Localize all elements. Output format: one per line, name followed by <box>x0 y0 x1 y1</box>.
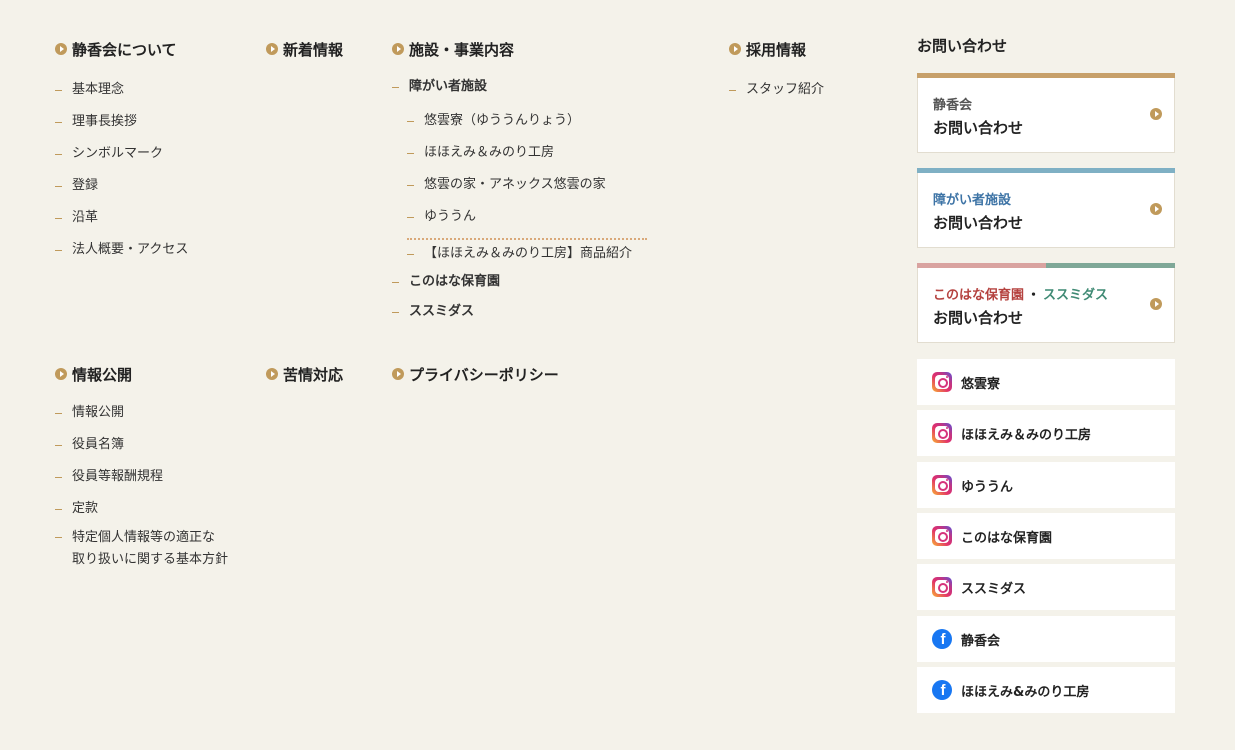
complaint-title-link[interactable]: 苦情対応 <box>266 363 343 385</box>
facebook-icon: f <box>932 680 952 700</box>
disability-link-yuunryo[interactable]: 悠雲寮（ゆううんりょう） <box>407 111 632 131</box>
contact-card-org: 静香会 <box>933 98 973 113</box>
contact-card-label: お問い合わせ <box>933 214 1024 232</box>
social-link-facebook-shizukakai[interactable]: f 静香会 <box>917 616 1175 662</box>
facilities-links: 障がい者施設 <box>392 77 632 97</box>
about-title-link[interactable]: 静香会について <box>55 38 188 60</box>
disclosure-link-articles[interactable]: 定款 <box>55 499 228 519</box>
recruit-section: 採用情報 スタッフ紹介 <box>729 38 824 100</box>
social-label: ゆううん <box>961 479 1014 495</box>
circle-arrow-icon <box>729 43 741 55</box>
social-label: ススミダス <box>961 581 1027 597</box>
facilities-links-2: このはな保育園 ススミダス <box>392 272 632 322</box>
news-title-link[interactable]: 新着情報 <box>266 38 343 60</box>
social-link-instagram-yuunryo[interactable]: 悠雲寮 <box>917 359 1175 405</box>
news-title: 新着情報 <box>283 40 344 59</box>
privacy-title-link[interactable]: プライバシーポリシー <box>392 363 559 385</box>
instagram-icon <box>932 577 952 597</box>
recruit-title-link[interactable]: 採用情報 <box>729 38 824 60</box>
contact-card-shizukakai[interactable]: 静香会 お問い合わせ <box>917 73 1175 153</box>
instagram-icon <box>932 526 952 546</box>
social-link-instagram-nursery[interactable]: このはな保育園 <box>917 513 1175 559</box>
social-link-facebook-hohoemi[interactable]: f ほほえみ&みのり工房 <box>917 667 1175 713</box>
instagram-icon <box>932 372 952 392</box>
contact-card-org: 障がい者施設 <box>933 193 1012 208</box>
contact-title: お問い合わせ <box>917 37 1008 55</box>
dotted-divider <box>407 238 647 240</box>
about-link-registration[interactable]: 登録 <box>55 176 188 196</box>
susumidasu-label: ススミダス <box>1043 288 1109 303</box>
news-section: 新着情報 <box>266 38 343 60</box>
social-label: このはな保育園 <box>961 530 1053 546</box>
contact-card-nursery-susumidasu[interactable]: このはな保育園・ススミダス お問い合わせ <box>917 263 1175 343</box>
contact-card-org: このはな保育園・ススミダス <box>933 284 1108 303</box>
disclosure-title-link[interactable]: 情報公開 <box>55 363 228 385</box>
circle-arrow-icon <box>55 43 67 55</box>
circle-arrow-icon <box>1150 298 1162 310</box>
circle-arrow-icon <box>1150 203 1162 215</box>
facilities-section: 施設・事業内容 障がい者施設 悠雲寮（ゆううんりょう） ほほえみ＆みのり工房 悠… <box>392 38 632 322</box>
disclosure-link-officers[interactable]: 役員名簿 <box>55 435 228 455</box>
contact-card-label: お問い合わせ <box>933 309 1024 327</box>
about-link-overview[interactable]: 法人概要・アクセス <box>55 240 188 260</box>
instagram-icon <box>932 475 952 495</box>
disclosure-link-compensation[interactable]: 役員等報酬規程 <box>55 467 228 487</box>
about-links: 基本理念 理事長挨拶 シンボルマーク 登録 沿革 法人概要・アクセス <box>55 80 188 260</box>
facilities-title: 施設・事業内容 <box>409 40 515 59</box>
card-top-bar <box>917 263 1175 268</box>
policy-line-1: 特定個人情報等の適正な <box>72 530 216 545</box>
complaint-section: 苦情対応 <box>266 363 343 385</box>
circle-arrow-icon <box>55 368 67 380</box>
contact-card-disability[interactable]: 障がい者施設 お問い合わせ <box>917 168 1175 248</box>
privacy-title: プライバシーポリシー <box>409 365 559 384</box>
social-label: ほほえみ＆みのり工房 <box>961 427 1092 443</box>
social-label: 静香会 <box>961 633 1001 649</box>
social-link-instagram-susumidasu[interactable]: ススミダス <box>917 564 1175 610</box>
recruit-link-staff[interactable]: スタッフ紹介 <box>729 80 824 100</box>
social-label: 悠雲寮 <box>961 376 1001 392</box>
about-link-greeting[interactable]: 理事長挨拶 <box>55 112 188 132</box>
disability-link-yuun[interactable]: ゆううん <box>407 207 632 227</box>
about-title: 静香会について <box>72 40 177 59</box>
about-link-philosophy[interactable]: 基本理念 <box>55 80 188 100</box>
disability-link-products[interactable]: 【ほほえみ＆みのり工房】商品紹介 <box>407 244 632 264</box>
circle-arrow-icon <box>266 368 278 380</box>
circle-arrow-icon <box>392 43 404 55</box>
recruit-links: スタッフ紹介 <box>729 80 824 100</box>
circle-arrow-icon <box>266 43 278 55</box>
circle-arrow-icon <box>392 368 404 380</box>
social-link-instagram-yuun[interactable]: ゆううん <box>917 462 1175 508</box>
facilities-title-link[interactable]: 施設・事業内容 <box>392 38 632 60</box>
social-link-instagram-hohoemi[interactable]: ほほえみ＆みのり工房 <box>917 410 1175 456</box>
card-top-bar <box>917 73 1175 78</box>
facility-link-susumidasu[interactable]: ススミダス <box>392 302 632 322</box>
card-top-bar <box>917 168 1175 173</box>
separator-dot: ・ <box>1027 288 1041 303</box>
about-link-history[interactable]: 沿革 <box>55 208 188 228</box>
policy-line-2: 取り扱いに関する基本方針 <box>72 552 229 567</box>
recruit-title: 採用情報 <box>746 40 807 59</box>
social-label: ほほえみ&みのり工房 <box>961 684 1090 700</box>
contact-card-label: お問い合わせ <box>933 119 1024 137</box>
facebook-icon: f <box>932 629 952 649</box>
disclosure-section: 情報公開 情報公開 役員名簿 役員等報酬規程 定款 特定個人情報等の適正な 取り… <box>55 363 228 571</box>
disability-link-yuun-house[interactable]: 悠雲の家・アネックス悠雲の家 <box>407 175 632 195</box>
nursery-label: このはな保育園 <box>933 288 1025 303</box>
disclosure-link-policy[interactable]: 特定個人情報等の適正な 取り扱いに関する基本方針 <box>55 527 228 571</box>
disclosure-title: 情報公開 <box>72 365 133 384</box>
product-sublinks: 【ほほえみ＆みのり工房】商品紹介 <box>407 244 632 264</box>
disclosure-link-info[interactable]: 情報公開 <box>55 403 228 423</box>
facility-link-disability[interactable]: 障がい者施設 <box>392 77 632 97</box>
privacy-section: プライバシーポリシー <box>392 363 559 385</box>
circle-arrow-icon <box>1150 108 1162 120</box>
about-link-symbol[interactable]: シンボルマーク <box>55 144 188 164</box>
complaint-title: 苦情対応 <box>283 365 344 384</box>
instagram-icon <box>932 423 952 443</box>
disability-sublinks: 悠雲寮（ゆううんりょう） ほほえみ＆みのり工房 悠雲の家・アネックス悠雲の家 ゆ… <box>407 111 632 227</box>
about-section: 静香会について 基本理念 理事長挨拶 シンボルマーク 登録 沿革 法人概要・アク… <box>55 38 188 260</box>
facility-link-nursery[interactable]: このはな保育園 <box>392 272 632 292</box>
disability-link-hohoemi[interactable]: ほほえみ＆みのり工房 <box>407 143 632 163</box>
disclosure-links: 情報公開 役員名簿 役員等報酬規程 定款 特定個人情報等の適正な 取り扱いに関す… <box>55 403 228 571</box>
